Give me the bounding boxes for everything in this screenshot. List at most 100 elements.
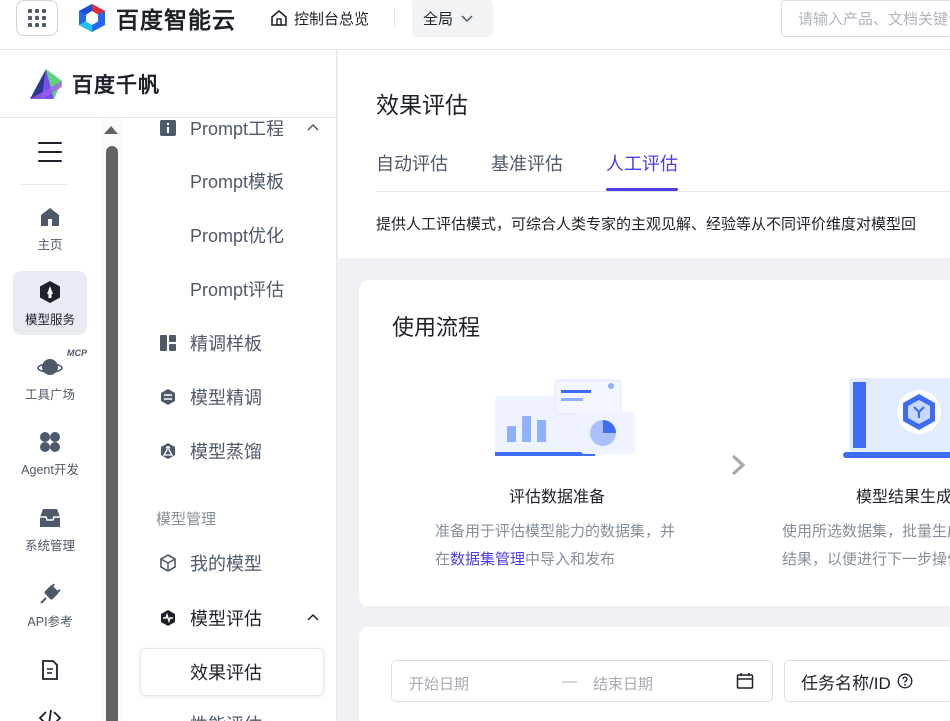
qianfan-name: 百度千帆	[72, 73, 160, 97]
nav-item-label: 模型蒸馏	[190, 442, 262, 462]
chevron-up-icon	[307, 613, 319, 621]
help-circle-icon[interactable]	[897, 673, 913, 689]
info-square-icon	[160, 120, 176, 136]
nav-item-label: 效果评估	[190, 663, 262, 683]
mcp-badge: MCP	[67, 348, 87, 358]
rail-item-label: 主页	[37, 237, 63, 252]
step-2-description: 使用所选数据集，批量生成 结果，以便进行下一步操作	[782, 518, 950, 574]
nav-item-label: Prompt模板	[190, 172, 285, 192]
result-generation-illustration	[843, 378, 950, 458]
nav-item-label: 我的模型	[190, 554, 262, 574]
scope-value: 全局	[423, 11, 454, 28]
code-icon[interactable]	[38, 710, 62, 721]
scroll-up-arrow-icon[interactable]	[104, 126, 118, 134]
rail-item-agent-dev[interactable]: Agent开发	[13, 421, 87, 485]
page-header: 效果评估 自动评估 基准评估 人工评估 提供人工评估模式，可综合人类专家的主观见…	[338, 50, 950, 258]
dataset-management-link[interactable]: 数据集管理	[450, 551, 525, 568]
process-title: 使用流程	[392, 315, 481, 340]
step-1-desc-pre: 在	[435, 551, 451, 568]
rail-item-system-mgmt[interactable]: 系统管理	[13, 497, 87, 561]
console-overview-link[interactable]: 控制台总览	[270, 0, 369, 36]
divider	[376, 191, 950, 192]
rail-item-label: API参考	[27, 614, 73, 629]
nav-item-finetune-templates[interactable]: 精调样板	[121, 323, 336, 363]
nav-item-label: Prompt工程	[190, 119, 285, 139]
end-date-placeholder: 结束日期	[593, 676, 654, 693]
date-separator: —	[562, 673, 577, 690]
nav-item-model-evaluation[interactable]: 模型评估	[121, 598, 336, 638]
cube-icon	[160, 554, 176, 572]
step-1-desc-line2: 在数据集管理中导入和发布	[435, 546, 675, 574]
inbox-icon	[40, 508, 60, 527]
tab-benchmark-evaluation[interactable]: 基准评估	[491, 150, 563, 191]
nav-item-label: Prompt评估	[190, 280, 285, 300]
task-name-label: 任务名称/ID	[801, 673, 891, 693]
tab-auto-evaluation[interactable]: 自动评估	[376, 150, 448, 191]
search-input[interactable]: 请输入产品、文档关键词	[781, 0, 950, 37]
step-1-desc-line1: 准备用于评估模型能力的数据集，并	[435, 523, 676, 540]
qianfan-logo-icon	[30, 68, 62, 99]
filter-card: 开始日期 — 结束日期 任务名称/ID	[359, 627, 950, 721]
step-2-desc-line2: 结果，以便进行下一步操作	[782, 551, 950, 568]
layout-icon	[160, 335, 176, 351]
tab-human-evaluation[interactable]: 人工评估	[606, 150, 678, 191]
home-icon	[41, 207, 59, 226]
process-card: 使用流程 评估数据准备 准备用于评估模型能力的数据集，并 在数据集管理中导入和发…	[359, 280, 950, 606]
document-icon[interactable]	[40, 659, 60, 681]
divider	[20, 184, 68, 185]
baidu-cloud-logo-icon	[79, 4, 105, 32]
page-title: 效果评估	[376, 92, 468, 118]
task-name-filter[interactable]: 任务名称/ID	[784, 660, 950, 702]
step-1-desc-post: 中导入和发布	[525, 551, 616, 568]
nav-item-label: Prompt优化	[190, 226, 285, 246]
start-date-placeholder: 开始日期	[409, 676, 470, 693]
icon-rail: 主页 模型服务 MCP 工具广场 Agent开发 系统管理 API参考	[0, 118, 103, 721]
date-range-picker[interactable]: 开始日期 — 结束日期	[391, 660, 773, 702]
plug-icon	[40, 582, 61, 604]
step-1-description: 准备用于评估模型能力的数据集，并 在数据集管理中导入和发布	[435, 518, 675, 574]
nav-item-my-models[interactable]: 我的模型	[121, 543, 336, 583]
home-outline-icon	[271, 9, 287, 26]
rail-item-model-service[interactable]: 模型服务	[13, 271, 87, 335]
search-placeholder: 请输入产品、文档关键词	[798, 11, 950, 28]
brand-name: 百度智能云	[116, 7, 236, 33]
app-grid-button[interactable]	[16, 0, 58, 36]
nav-item-prompt-template[interactable]: Prompt模板	[121, 161, 336, 201]
nav-item-prompt-optimize[interactable]: Prompt优化	[121, 215, 336, 255]
nav-section-model-mgmt: 模型管理	[156, 511, 217, 528]
rail-item-label: 系统管理	[24, 538, 75, 553]
clover-icon	[40, 431, 60, 452]
pulse-icon	[161, 610, 175, 626]
nav-item-prompt-engineering[interactable]: Prompt工程	[121, 118, 336, 148]
nav-item-prompt-evaluate[interactable]: Prompt评估	[121, 269, 336, 309]
rail-item-api-reference[interactable]: API参考	[13, 573, 87, 637]
sidebar-scrollbar-thumb[interactable]	[106, 146, 118, 721]
nav-item-model-distill[interactable]: 模型蒸馏	[121, 431, 336, 471]
calendar-icon	[736, 673, 754, 689]
data-prep-illustration	[495, 379, 635, 456]
top-bar: 百度智能云 控制台总览 全局 请输入产品、文档关键词	[0, 0, 950, 50]
planet-icon	[37, 358, 63, 375]
step-1-name: 评估数据准备	[509, 489, 606, 506]
nav-item-effect-evaluation[interactable]: 效果评估	[140, 648, 324, 696]
step-2-name: 模型结果生成	[856, 489, 950, 506]
baidu-cloud-logo[interactable]: 百度智能云	[76, 0, 236, 36]
sub-nav: Prompt工程 Prompt模板 Prompt优化 Prompt评估 精调样板…	[121, 118, 337, 721]
rail-item-tool-plaza[interactable]: MCP 工具广场	[13, 346, 87, 410]
rail-item-label: Agent开发	[21, 462, 79, 477]
model-service-icon	[40, 280, 60, 303]
nav-item-performance-evaluation[interactable]: 性能评估	[121, 704, 336, 721]
chevron-right-icon	[731, 454, 745, 476]
scope-select[interactable]: 全局	[412, 0, 493, 37]
flask-icon	[161, 443, 175, 459]
nav-item-model-finetune[interactable]: 模型精调	[121, 377, 336, 417]
qianfan-logo[interactable]: 百度千帆	[0, 50, 337, 118]
chevron-up-icon	[307, 123, 319, 131]
rail-item-home[interactable]: 主页	[13, 196, 87, 260]
step-2-desc-line1: 使用所选数据集，批量生成	[782, 523, 950, 540]
rail-item-label: 工具广场	[24, 387, 75, 402]
chevron-down-icon	[461, 14, 473, 22]
sliders-icon	[161, 389, 175, 405]
menu-toggle-icon[interactable]	[38, 142, 62, 169]
nav-item-label: 模型精调	[190, 388, 262, 408]
